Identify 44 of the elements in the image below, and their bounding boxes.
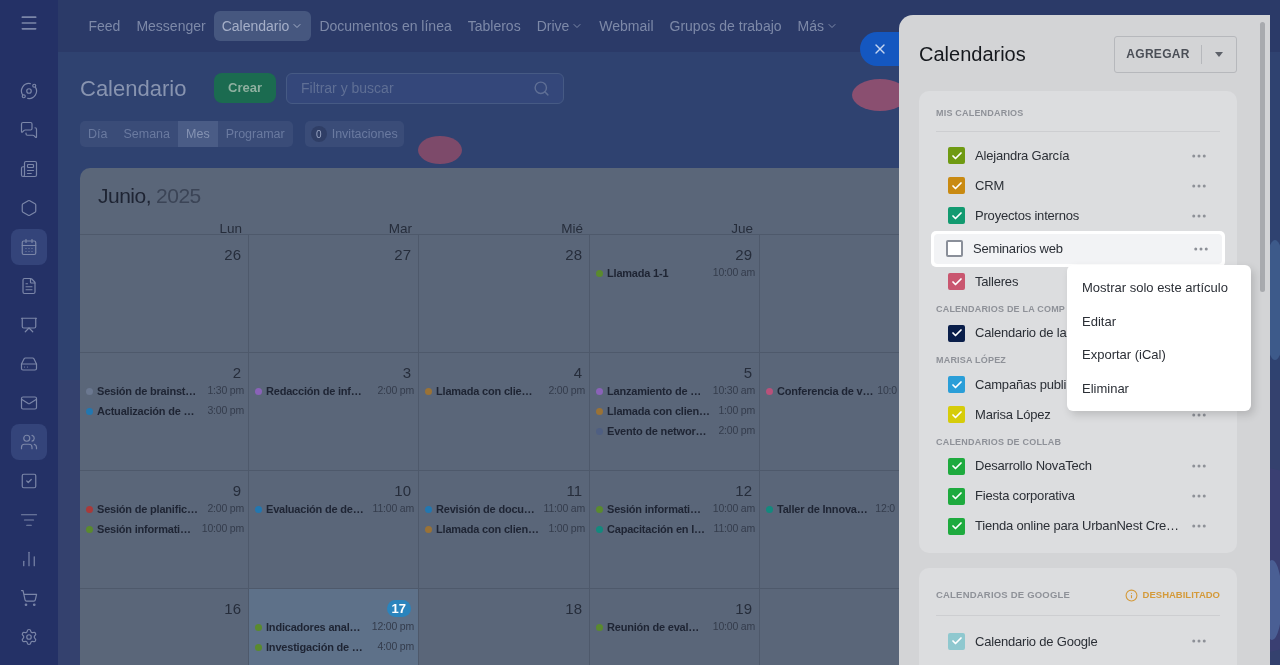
panel-title: Calendarios [919,42,1026,67]
day-number: 18 [565,600,582,617]
status-label: DESHABILITADO [1142,588,1220,602]
day-number: 3 [402,364,411,381]
calendar-name: Calendario de Google [975,632,1098,651]
section-heading: CALENDARIOS DE LA COMP [936,302,1066,316]
day-number: 26 [224,246,241,263]
day-number: 4 [573,364,582,381]
day-number: 2 [232,364,241,381]
event-time: 12:00 pm [371,619,414,635]
month-title: Junio, [98,182,152,209]
event-time: 4:00 pm [377,639,414,655]
section-heading: CALENDARIOS DE COLLAB [936,435,1062,449]
calendar-name: CRM [975,176,1004,195]
calendar-name: Marisa López [975,405,1051,424]
calendar-name: Proyectos internos [975,206,1080,225]
calendar-name: Seminarios web [973,239,1063,258]
day-number: 16 [224,600,241,617]
calendar-name: Campañas publi [975,375,1067,394]
section-heading: MARISA LÓPEZ [936,354,1007,367]
invitations-count: 0 [310,126,327,142]
day-number: 28 [565,246,582,263]
calendar-name: Fiesta corporativa [975,487,1075,506]
calendar-name: Calendario de la [975,324,1067,343]
weekday-header: Mar [388,221,412,235]
day-number: 5 [743,364,752,381]
calendar-name: Tienda online para UrbanNest Cre… [975,517,1179,536]
weekday-header: Lun [219,221,242,235]
day-number: 12 [735,482,752,499]
calendar-name: Talleres [975,272,1019,291]
day-number: 11 [566,482,582,499]
page-title: Calendario [80,74,188,103]
day-number: 29 [735,246,752,263]
section-heading: MIS CALENDARIOS [936,107,1024,120]
today-badge: 17 [386,600,411,617]
calendar-name: Desarrollo NovaTech [975,457,1092,476]
section-heading: CALENDARIOS DE GOOGLE [936,588,1071,602]
day-number: 10 [394,482,411,499]
day-number: 19 [735,600,752,617]
calendar-name: Alejandra García [975,146,1070,165]
weekday-header: Jue [731,221,753,235]
day-number: 27 [394,246,411,263]
day-number: 9 [232,482,241,499]
weekday-header: Mié [561,221,583,235]
